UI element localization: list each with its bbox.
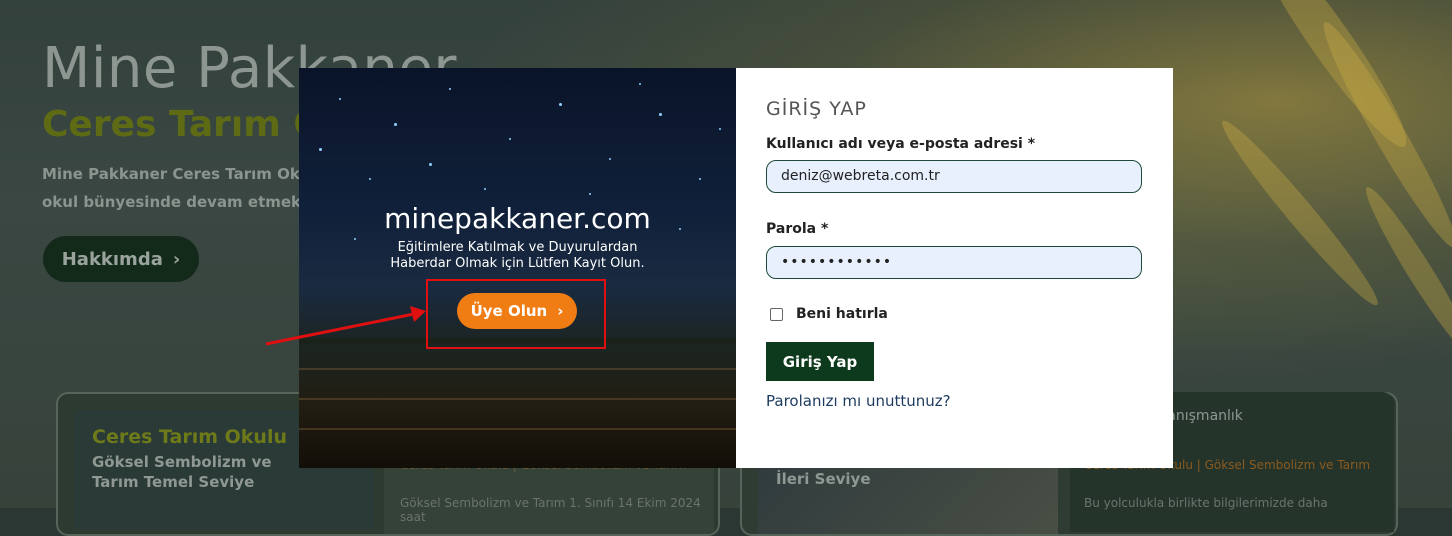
hero-text: Mine Pakkaner Ceres Tarım Okulu okul bün… [42,160,342,216]
register-description-line: Haberdar Olmak için Lütfen Kayıt Olun. [390,256,645,271]
forgot-password-link[interactable]: Parolanızı mı unuttunuz? [766,392,951,410]
chevron-right-icon: › [172,248,181,270]
register-description: Eğitimlere Katılmak ve Duyurulardan Habe… [299,240,736,272]
star [319,148,322,151]
star [719,128,721,130]
star [559,103,562,106]
register-promo-panel: minepakkaner.com Eğitimlere Katılmak ve … [299,68,736,468]
login-panel: GİRİŞ YAP Kullanıcı adı veya e-posta adr… [736,68,1173,468]
register-description-line: Eğitimlere Katılmak ve Duyurulardan [397,240,638,255]
remember-me-label[interactable]: Beni hatırla [796,306,888,322]
site-title: minepakkaner.com [384,202,651,235]
annotation-highlight-box [426,279,606,349]
remember-me-checkbox[interactable] [770,308,783,321]
field-furrow [299,368,736,370]
star [699,178,701,180]
star [589,193,591,195]
star [339,98,341,100]
star [394,123,397,126]
course-card-body: Göksel Sembolizm ve Tarım 1. Sınıfı 14 E… [400,496,701,524]
field-furrow [299,398,736,400]
about-button-label: Hakkımda [61,248,163,270]
username-input[interactable]: deniz@webreta.com.tr [766,160,1142,193]
star [509,138,511,140]
star [609,158,611,160]
password-label: Parola * [766,221,829,237]
field-furrow [299,428,736,430]
course-card-subtitle: Göksel Sembolizm ve Tarım Temel Seviye [92,453,272,491]
star [369,178,371,180]
star [429,163,432,166]
login-title: GİRİŞ YAP [766,98,867,120]
annotation-arrow-icon [265,306,426,346]
hero-text-line: Mine Pakkaner Ceres Tarım Okulu [42,165,327,183]
hero-text-line: okul bünyesinde devam etmekted [42,193,330,211]
login-submit-button[interactable]: Giriş Yap [766,342,874,381]
course-card-level: İleri Seviye [776,470,871,488]
password-input[interactable]: •••••••••••• [766,246,1142,279]
star [639,83,641,85]
about-button[interactable]: Hakkımda › [43,236,199,282]
star [659,113,662,116]
username-label: Kullanıcı adı veya e-posta adresi * [766,136,1036,152]
wheat-stalk-decoration [1212,112,1388,314]
star [449,88,451,90]
star [484,188,486,190]
course-card-title: Ceres Tarım Okulu [92,426,287,448]
